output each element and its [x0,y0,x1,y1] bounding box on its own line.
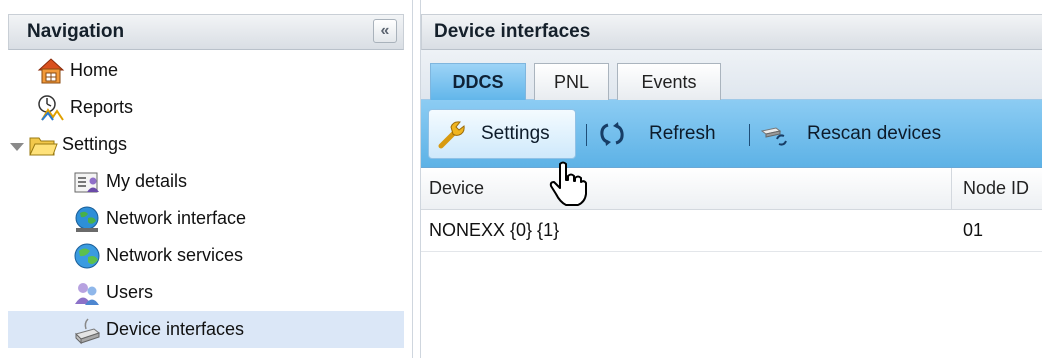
folder-open-icon [28,130,58,160]
device-grid: Device Node ID NONEXX {0} {1} 01 [421,168,1042,252]
nav-item-users[interactable]: Users [8,274,404,311]
nav-item-label: Settings [62,134,128,154]
globe-icon [72,241,102,271]
cell-device: NONEXX {0} {1} [429,210,559,251]
navigation-title: Navigation [27,21,125,42]
device-icon [72,315,102,345]
users-icon [72,278,102,308]
navigation-tree: Home Reports Settings My details Network… [8,52,404,348]
tab-pnl[interactable]: PNL [534,63,609,100]
tab-label: DDCS [452,71,504,92]
nav-item-settings[interactable]: Settings [8,126,404,163]
rescan-devices-label: Rescan devices [807,123,942,144]
nav-item-label: Home [70,60,119,80]
cell-node-id: 01 [963,210,983,251]
column-header-node-id[interactable]: Node ID [963,168,1029,209]
reports-icon [36,93,66,123]
nav-item-my-details[interactable]: My details [8,163,404,200]
nav-item-reports[interactable]: Reports [8,89,404,126]
nav-item-home[interactable]: Home [8,52,404,89]
nav-item-label: My details [106,171,188,191]
collapse-button[interactable]: « [373,19,397,43]
nav-item-label: Users [106,282,154,302]
column-header-label: Device [429,178,485,198]
refresh-icon [597,119,627,149]
tab-label: PNL [553,71,589,92]
navigation-panel: Navigation « Home Reports Settings My de… [0,0,413,358]
refresh-button[interactable]: Refresh [597,109,737,159]
table-row[interactable]: NONEXX {0} {1} 01 [421,210,1042,252]
nav-item-network-interface[interactable]: Network interface [8,200,404,237]
wrench-icon [437,119,467,149]
settings-button[interactable]: Settings [428,109,576,159]
nav-item-label: Reports [70,97,134,117]
settings-label: Settings [481,123,550,144]
expand-triangle-icon[interactable] [10,142,24,151]
tab-events[interactable]: Events [617,63,721,100]
refresh-label: Refresh [649,123,716,144]
nav-item-label: Network services [106,245,244,265]
grid-header: Device Node ID [421,168,1042,210]
nav-item-network-services[interactable]: Network services [8,237,404,274]
column-header-device[interactable]: Device [429,168,484,209]
tabs-bar: DDCS PNL Events [421,50,1042,100]
page-title: Device interfaces [434,21,591,42]
nav-item-device-interfaces[interactable]: Device interfaces [8,311,404,348]
hand-cursor-icon [548,160,588,208]
toolbar: Settings Refresh Rescan devices [421,100,1042,168]
rescan-devices-button[interactable]: Rescan devices [759,109,989,159]
device-name: NONEXX {0} {1} [429,220,560,240]
network-globe-icon [72,204,102,234]
toolbar-separator [586,124,587,146]
user-card-icon [72,167,102,197]
tab-ddcs[interactable]: DDCS [430,63,526,100]
main-panel: Device interfaces DDCS PNL Events Settin… [420,0,1042,358]
navigation-header: Navigation « [8,14,404,50]
main-header: Device interfaces [421,14,1042,50]
node-id-value: 01 [963,220,984,240]
nav-item-label: Network interface [106,208,247,228]
tab-label: Events [641,71,697,92]
column-header-label: Node ID [963,178,1030,198]
nav-item-label: Device interfaces [106,319,245,339]
column-divider[interactable] [951,168,952,209]
toolbar-separator [749,124,750,146]
home-icon [36,56,66,86]
rescan-device-icon [759,119,789,149]
